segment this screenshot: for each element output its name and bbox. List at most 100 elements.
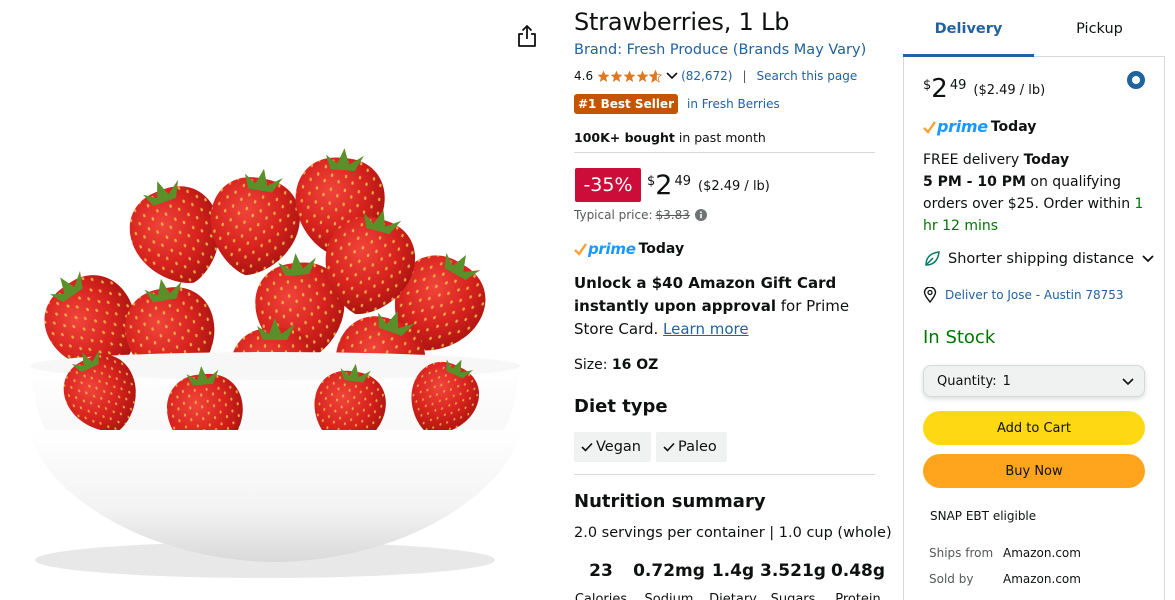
chevron-down-icon[interactable] xyxy=(666,72,678,80)
rating-count-link[interactable]: (82,672) xyxy=(681,69,732,83)
divider-line xyxy=(574,152,875,153)
rating-value: 4.6 xyxy=(574,69,594,83)
price-currency: $ xyxy=(647,174,656,189)
diet-type-heading: Diet type xyxy=(574,396,668,417)
star-icon xyxy=(636,70,649,82)
nutrition-summary-heading: Nutrition summary xyxy=(574,491,766,512)
badge-row: #1 Best Seller in Fresh Berries xyxy=(574,94,780,114)
servings-info: 2.0 servings per container | 1.0 cup (wh… xyxy=(574,525,892,541)
delivery-radio[interactable] xyxy=(1127,71,1145,89)
star-rating[interactable] xyxy=(597,69,663,83)
delivery-message: FREE delivery Today 5 PM - 10 PM on qual… xyxy=(923,149,1151,237)
diet-type-chips: Vegan Paleo xyxy=(574,432,732,462)
prime-today-label: Today xyxy=(990,118,1037,135)
quantity-label: Quantity: xyxy=(937,373,997,389)
nutrition-value: 23 xyxy=(589,561,613,581)
learn-more-link[interactable]: Learn more xyxy=(663,320,749,338)
nutrition-label: Sodium xyxy=(644,592,694,600)
stock-status: In Stock xyxy=(923,327,996,348)
size-info: Size: 16 OZ xyxy=(574,357,658,373)
nutrition-label: Protein xyxy=(835,592,881,600)
nutrition-value: 0.48g xyxy=(830,561,886,581)
product-title: Strawberries, 1 Lb xyxy=(574,8,790,36)
half-star-icon xyxy=(649,69,663,83)
nutrition-value: 3.521g xyxy=(760,561,826,581)
diet-chip-paleo[interactable]: Paleo xyxy=(656,432,727,462)
star-icon xyxy=(623,70,636,82)
discount-badge: -35% xyxy=(575,168,641,202)
sold-by-value: Amazon.com xyxy=(1003,572,1081,586)
prime-logo: prime xyxy=(937,117,988,136)
location-pin-icon xyxy=(923,287,937,303)
gift-card-offer: Unlock a $40 Amazon Gift Card instantly … xyxy=(574,272,886,341)
best-seller-badge[interactable]: #1 Best Seller xyxy=(574,94,678,114)
quantity-value: 1 xyxy=(1002,373,1011,389)
price-whole: 2 xyxy=(931,74,948,104)
buy-box: Delivery Pickup $ 2 49 ($2.49 / lb) prim… xyxy=(903,0,1165,600)
prime-today: prime Today xyxy=(574,240,684,258)
shorter-shipping-label: Shorter shipping distance xyxy=(948,251,1135,267)
size-label: Size: xyxy=(574,357,612,373)
unit-price: ($2.49 / lb) xyxy=(973,83,1046,98)
rating-row: 4.6 (82,672) | Search this page xyxy=(574,67,857,85)
search-page-link[interactable]: Search this page xyxy=(757,69,858,83)
prime-logo: prime xyxy=(588,240,636,258)
nutrition-fiber: 1.4g Dietary xyxy=(709,560,757,600)
buybox-price: $ 2 49 ($2.49 / lb) xyxy=(923,75,1045,103)
price-fraction: 49 xyxy=(674,174,692,189)
nutrition-value: 1.4g xyxy=(711,561,755,581)
category-link[interactable]: in Fresh Berries xyxy=(687,97,780,111)
price-whole: 2 xyxy=(655,170,673,201)
nutrition-label: Dietary xyxy=(709,592,757,600)
star-icon xyxy=(597,70,610,82)
nutrition-value: 0.72mg xyxy=(633,561,705,581)
nutrition-label: Calories xyxy=(574,592,628,600)
prime-check-icon xyxy=(923,120,936,134)
delivery-free: FREE delivery xyxy=(923,152,1024,168)
ships-from-value: Amazon.com xyxy=(1003,546,1081,560)
quantity-select[interactable]: Quantity: 1 xyxy=(923,365,1145,397)
typical-price-value: $3.83 xyxy=(655,208,690,222)
price-fraction: 49 xyxy=(949,78,967,93)
bought-count-rest: in past month xyxy=(674,130,766,145)
brand-link[interactable]: Brand: Fresh Produce (Brands May Vary) xyxy=(574,42,866,58)
nutrition-grid: 23 Calories 0.72mg Sodium 1.4g Dietary 3… xyxy=(574,560,894,600)
chevron-down-icon xyxy=(1142,255,1154,263)
chevron-down-icon xyxy=(1122,378,1134,386)
size-value: 16 OZ xyxy=(611,357,659,373)
bought-count: 100K+ bought in past month xyxy=(574,130,766,145)
buy-now-button[interactable]: Buy Now xyxy=(923,454,1145,488)
typical-price-label: Typical price: xyxy=(574,208,653,222)
diet-chip-vegan[interactable]: Vegan xyxy=(574,432,651,462)
info-icon[interactable] xyxy=(694,209,707,221)
check-icon xyxy=(663,442,675,452)
share-icon[interactable] xyxy=(516,24,538,48)
price-currency: $ xyxy=(923,78,932,93)
diet-chip-label: Paleo xyxy=(678,439,717,455)
shorter-shipping-toggle[interactable]: Shorter shipping distance xyxy=(923,250,1154,268)
delivery-window: 5 PM - 10 PM xyxy=(923,174,1026,190)
nutrition-label: Sugars xyxy=(770,592,816,600)
snap-ebt-eligible: SNAP EBT eligible xyxy=(930,509,1037,523)
tab-delivery[interactable]: Delivery xyxy=(903,0,1034,57)
add-to-cart-button[interactable]: Add to Cart xyxy=(923,411,1145,445)
nutrition-protein: 0.48g Protein xyxy=(830,560,886,600)
prime-today-label: Today xyxy=(638,241,685,257)
ships-from-label: Ships from xyxy=(929,546,994,560)
star-icon xyxy=(610,70,623,82)
ships-from-row: Ships from Amazon.com xyxy=(929,546,1081,560)
deliver-to-link[interactable]: Deliver to Jose - Austin 78753 xyxy=(923,287,1124,303)
prime-check-icon xyxy=(574,243,587,256)
nutrition-sugars: 3.521g Sugars xyxy=(756,560,830,600)
fulfillment-tabs: Delivery Pickup xyxy=(903,0,1165,57)
typical-price: Typical price: $3.83 xyxy=(574,208,707,222)
strawberry-bowl-image[interactable] xyxy=(20,130,530,600)
unit-price: ($2.49 / lb) xyxy=(698,179,770,194)
nutrition-calories: 23 Calories xyxy=(574,560,628,600)
tab-pickup[interactable]: Pickup xyxy=(1034,0,1165,57)
diet-chip-label: Vegan xyxy=(596,439,641,455)
divider: | xyxy=(742,69,747,83)
nutrition-sodium: 0.72mg Sodium xyxy=(628,560,710,600)
sold-by-label: Sold by xyxy=(929,572,974,586)
check-icon xyxy=(581,442,593,452)
